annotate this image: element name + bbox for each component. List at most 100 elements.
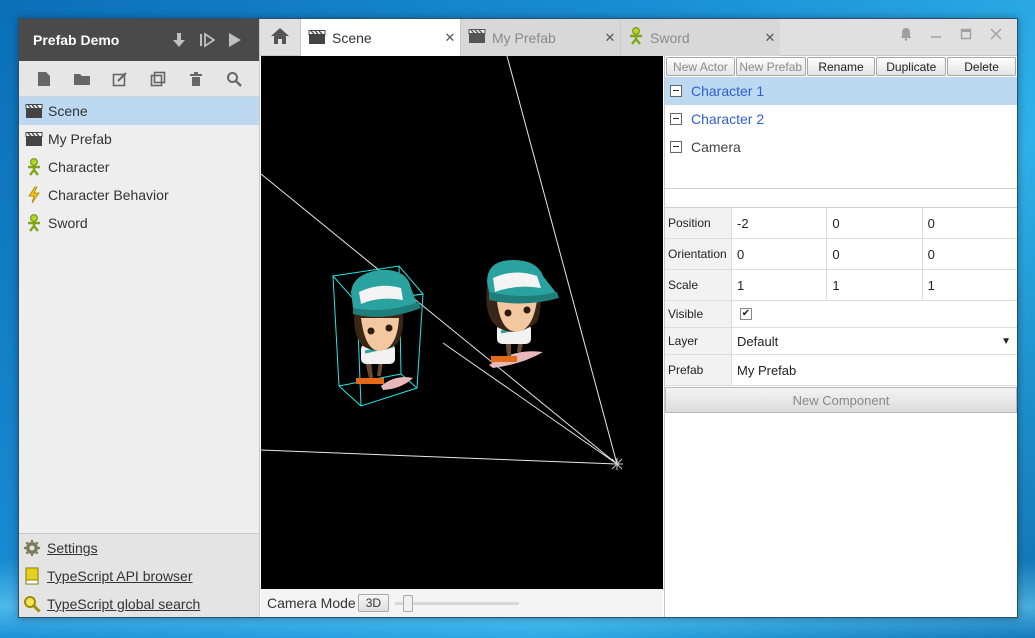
- visible-checkbox[interactable]: ✔: [740, 308, 752, 320]
- tab-label: My Prefab: [492, 29, 556, 46]
- actor-item-character-2[interactable]: Character 2: [665, 105, 1017, 133]
- sidebar-footer: Settings TypeScript API browser TypeScri…: [19, 533, 259, 617]
- actor-toolbar: New Actor New Prefab Rename Duplicate De…: [665, 56, 1017, 76]
- new-prefab-button[interactable]: New Prefab: [735, 57, 806, 76]
- lightning-icon: [25, 186, 43, 204]
- camera-slider-thumb[interactable]: [403, 594, 414, 612]
- actor-item-camera[interactable]: Camera: [665, 133, 1017, 161]
- home-icon: [270, 27, 290, 48]
- asset-item-my-prefab[interactable]: My Prefab: [19, 125, 259, 153]
- asset-item-character[interactable]: Character: [19, 153, 259, 181]
- position-x-field[interactable]: -2: [732, 208, 828, 238]
- camera-slider[interactable]: [395, 594, 520, 612]
- orientation-y-field[interactable]: 0: [827, 239, 923, 269]
- layer-select[interactable]: Default ▼: [732, 328, 1017, 354]
- character-1-sprite[interactable]: [332, 265, 424, 407]
- camera-gizmo: [611, 458, 623, 470]
- tab-my-prefab[interactable]: My Prefab ✕: [460, 19, 620, 56]
- position-label: Position: [665, 208, 732, 238]
- new-component-button[interactable]: New Component: [665, 387, 1017, 413]
- scale-z-field[interactable]: 1: [923, 270, 1017, 300]
- settings-link[interactable]: Settings: [19, 534, 259, 562]
- tab-sword[interactable]: Sword ✕: [620, 19, 780, 56]
- asset-tree: Scene My Prefab Character Character Beha…: [19, 97, 259, 237]
- asset-item-label: My Prefab: [48, 131, 112, 147]
- orientation-label: Orientation: [665, 239, 732, 269]
- dropdown-arrow-icon: ▼: [1001, 335, 1011, 347]
- delete-button[interactable]: Delete: [947, 57, 1016, 76]
- camera-frustum: [261, 56, 618, 465]
- search-icon[interactable]: [220, 65, 248, 93]
- layer-row: Layer Default ▼: [665, 328, 1017, 355]
- project-header: Prefab Demo: [19, 19, 259, 61]
- close-icon[interactable]: ✕: [760, 30, 780, 46]
- scale-x-field[interactable]: 1: [732, 270, 828, 300]
- position-y-field[interactable]: 0: [827, 208, 923, 238]
- inspector-panel: New Actor New Prefab Rename Duplicate De…: [664, 56, 1017, 617]
- asset-item-label: Character: [48, 159, 110, 175]
- clapperboard-icon: [25, 130, 43, 148]
- app-window: Prefab Demo Scene My Prefab Character Ch…: [18, 18, 1018, 618]
- close-icon[interactable]: ✕: [600, 30, 620, 46]
- clapperboard-icon: [25, 102, 43, 120]
- visible-label: Visible: [665, 301, 732, 327]
- download-icon[interactable]: [165, 19, 193, 61]
- actor-icon: [25, 214, 43, 232]
- global-search-link[interactable]: TypeScript global search: [19, 590, 259, 618]
- close-icon[interactable]: ✕: [440, 30, 460, 46]
- orientation-x-field[interactable]: 0: [732, 239, 828, 269]
- scale-row: Scale 1 1 1: [665, 270, 1017, 301]
- duplicate-icon[interactable]: [144, 65, 172, 93]
- new-asset-icon[interactable]: [30, 65, 58, 93]
- close-window-icon[interactable]: [981, 23, 1011, 45]
- home-tab[interactable]: [260, 19, 300, 56]
- prefab-label: Prefab: [665, 355, 732, 385]
- maximize-icon[interactable]: [951, 23, 981, 45]
- asset-item-scene[interactable]: Scene: [19, 97, 259, 125]
- clapperboard-icon: [468, 28, 486, 47]
- position-row: Position -2 0 0: [665, 208, 1017, 239]
- asset-item-character-behavior[interactable]: Character Behavior: [19, 181, 259, 209]
- project-title: Prefab Demo: [33, 32, 120, 48]
- layer-label: Layer: [665, 328, 732, 354]
- actor-icon: [628, 27, 644, 48]
- rename-icon[interactable]: [106, 65, 134, 93]
- gear-icon: [23, 539, 41, 557]
- asset-item-sword[interactable]: Sword: [19, 209, 259, 237]
- minimize-icon[interactable]: [921, 23, 951, 45]
- collapse-icon[interactable]: [670, 85, 682, 97]
- asset-item-label: Sword: [48, 215, 88, 231]
- scene-viewport[interactable]: [261, 56, 663, 589]
- debug-run-icon[interactable]: [193, 19, 221, 61]
- scale-label: Scale: [665, 270, 732, 300]
- transform-properties: Position -2 0 0 Orientation 0 0 0 Scale …: [665, 207, 1017, 386]
- actor-name: Character 2: [691, 111, 765, 127]
- settings-label: Settings: [47, 540, 98, 556]
- scale-y-field[interactable]: 1: [827, 270, 923, 300]
- new-actor-button[interactable]: New Actor: [666, 57, 735, 76]
- tab-scene[interactable]: Scene ✕: [300, 19, 460, 57]
- prefab-field[interactable]: My Prefab: [732, 355, 1017, 385]
- rename-button[interactable]: Rename: [806, 57, 876, 76]
- scene-canvas: [261, 56, 623, 470]
- position-z-field[interactable]: 0: [923, 208, 1017, 238]
- trash-icon[interactable]: [182, 65, 210, 93]
- magnifier-icon: [23, 595, 41, 613]
- actor-item-character-1[interactable]: Character 1: [665, 77, 1017, 105]
- sidebar: Prefab Demo Scene My Prefab Character Ch…: [19, 19, 260, 617]
- api-browser-link[interactable]: TypeScript API browser: [19, 562, 259, 590]
- book-icon: [23, 567, 41, 585]
- window-controls: [780, 19, 1017, 55]
- run-icon[interactable]: [221, 19, 249, 61]
- api-browser-label: TypeScript API browser: [47, 568, 193, 584]
- prefab-row: Prefab My Prefab: [665, 355, 1017, 386]
- collapse-icon[interactable]: [670, 141, 682, 153]
- orientation-z-field[interactable]: 0: [923, 239, 1017, 269]
- bell-icon[interactable]: [891, 23, 921, 45]
- layer-value: Default: [737, 333, 779, 349]
- duplicate-button[interactable]: Duplicate: [876, 57, 947, 76]
- collapse-icon[interactable]: [670, 113, 682, 125]
- character-2-sprite[interactable]: [486, 260, 559, 368]
- camera-mode-button[interactable]: 3D: [357, 594, 390, 612]
- new-folder-icon[interactable]: [68, 65, 96, 93]
